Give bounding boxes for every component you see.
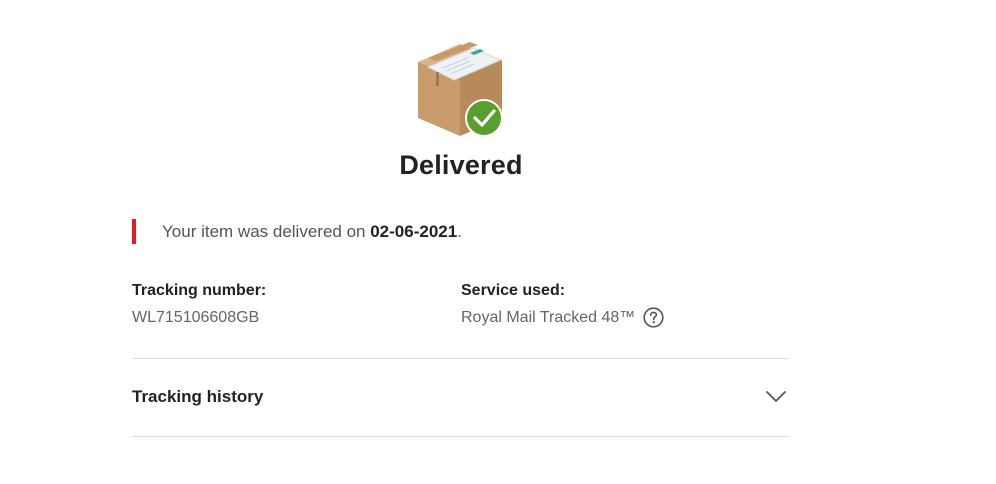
accent-bar bbox=[132, 219, 136, 244]
tracking-number-value: WL715106608GB bbox=[132, 309, 260, 326]
parcel-delivered-icon bbox=[418, 42, 503, 137]
tracking-number-label: Tracking number: bbox=[132, 282, 267, 299]
divider-top bbox=[132, 358, 789, 359]
chevron-down-icon bbox=[766, 391, 786, 402]
question-circle-icon[interactable] bbox=[643, 307, 664, 328]
delivery-message: Your item was delivered on 02-06-2021. bbox=[132, 219, 462, 244]
delivery-message-suffix: . bbox=[457, 221, 462, 241]
tracking-page: Delivered Your item was delivered on 02-… bbox=[0, 0, 996, 484]
tracking-history-toggle[interactable]: Tracking history bbox=[132, 372, 789, 422]
delivery-message-text: Your item was delivered on 02-06-2021. bbox=[162, 222, 462, 242]
delivery-message-prefix: Your item was delivered on bbox=[162, 221, 371, 241]
delivery-date: 02-06-2021 bbox=[370, 221, 458, 241]
status-title: Delivered bbox=[399, 150, 523, 180]
divider-bottom bbox=[132, 436, 789, 437]
service-used-label: Service used: bbox=[461, 282, 566, 299]
service-used-value: Royal Mail Tracked 48™ bbox=[461, 309, 636, 326]
tracking-history-label: Tracking history bbox=[132, 387, 264, 406]
